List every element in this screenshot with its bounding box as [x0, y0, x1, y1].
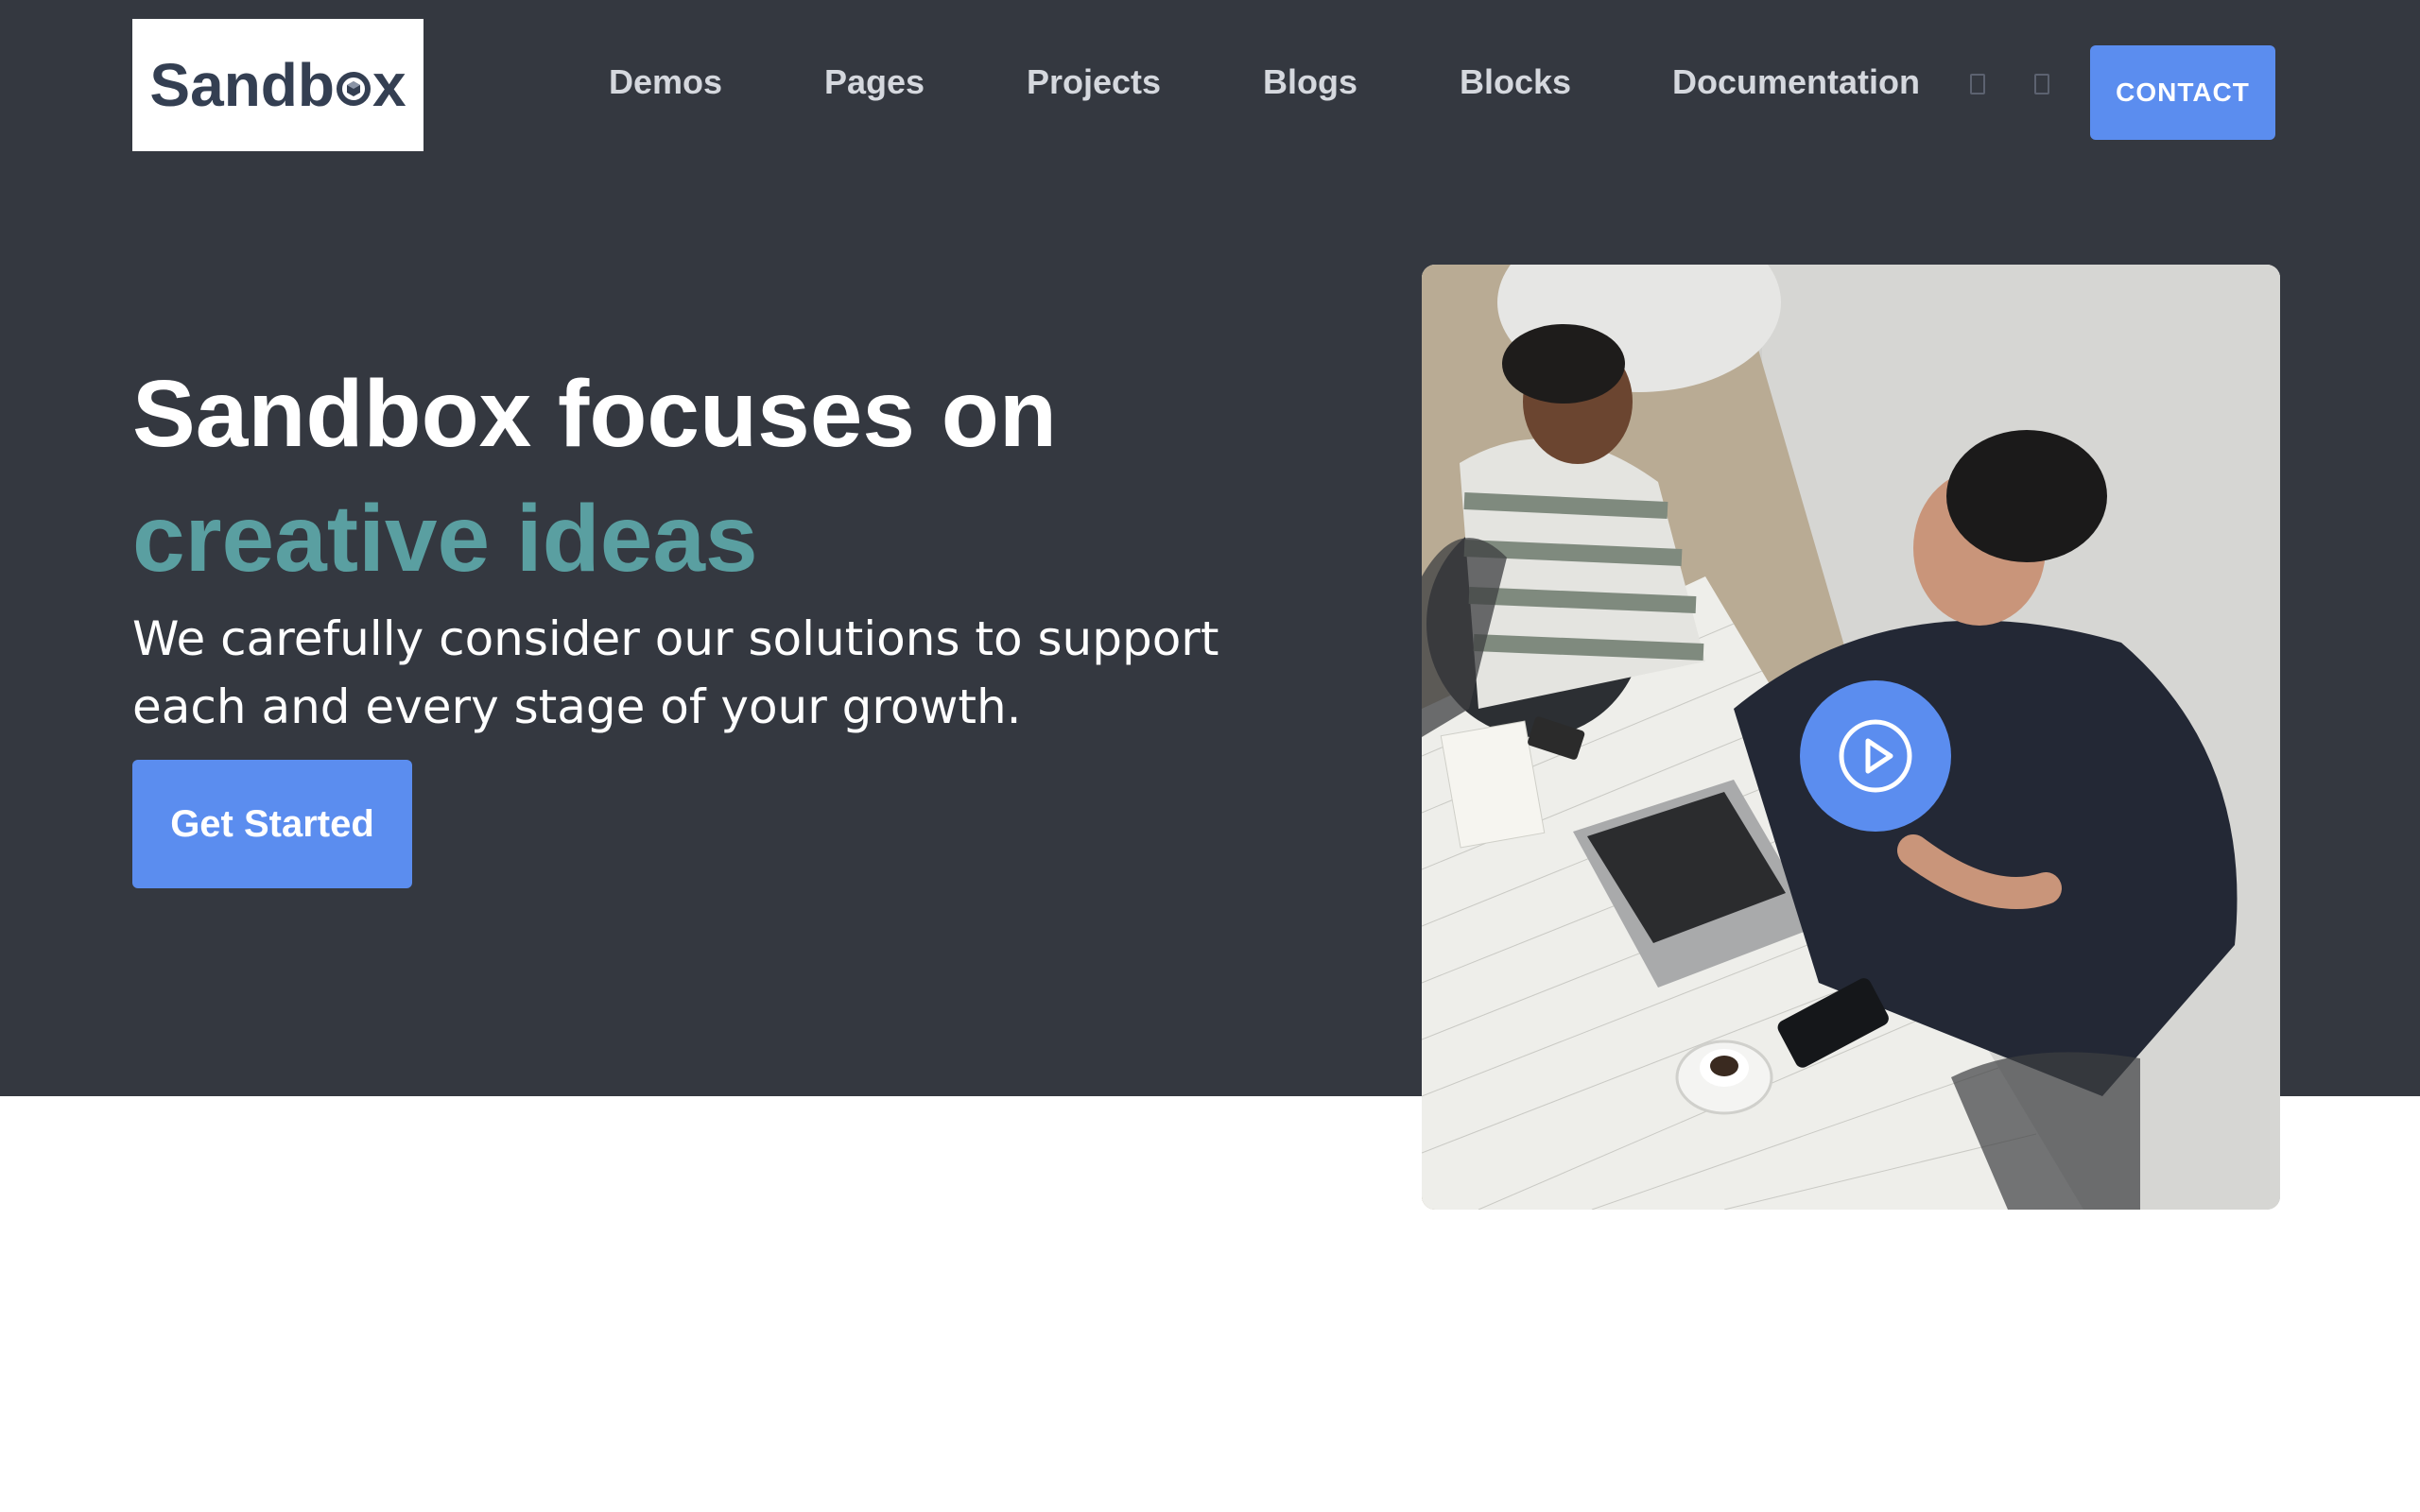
nav-item-documentation[interactable]: Documentation — [1672, 62, 1920, 102]
nav-item-demos[interactable]: Demos — [609, 62, 722, 102]
nav-item-blogs[interactable]: Blogs — [1263, 62, 1357, 102]
contact-button[interactable]: CONTACT — [2090, 45, 2275, 140]
hero-subtitle: We carefully consider our solutions to s… — [132, 611, 1219, 734]
page: Sandb x Demos Pages Projects Blogs Block… — [0, 0, 2420, 1512]
logo[interactable]: Sandb x — [132, 19, 424, 151]
nav-item-projects[interactable]: Projects — [1027, 62, 1161, 102]
hero-title-accent: creative ideas — [132, 486, 758, 592]
play-icon — [1839, 719, 1912, 793]
cube-icon — [336, 72, 371, 106]
get-started-button[interactable]: Get Started — [132, 760, 412, 888]
play-button[interactable] — [1800, 680, 1951, 832]
nav-item-pages[interactable]: Pages — [824, 62, 925, 102]
logo-wordmark: Sandb x — [149, 50, 406, 120]
hero-title: Sandbox focuses on — [132, 361, 1057, 467]
nav-item-blocks[interactable]: Blocks — [1460, 62, 1571, 102]
menu-icon[interactable] — [2034, 74, 2049, 94]
language-icon[interactable] — [1970, 74, 1985, 94]
logo-text-start: Sandb — [149, 51, 335, 119]
logo-text-end: x — [372, 51, 406, 119]
